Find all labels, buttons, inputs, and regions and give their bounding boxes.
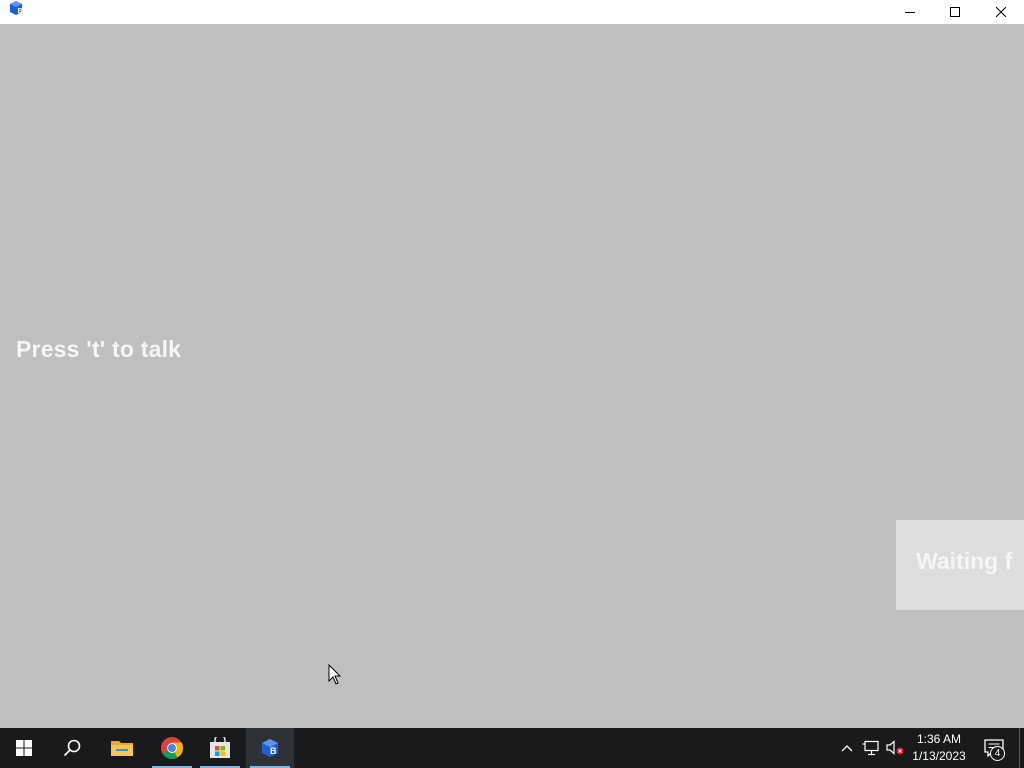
start-button[interactable] [0,728,48,768]
file-explorer-icon [111,741,133,756]
waiting-text: Waiting f [916,548,1013,574]
close-icon [996,7,1006,17]
show-desktop-button[interactable] [1019,728,1020,768]
taskbar-clock[interactable]: 1:36 AM 1/13/2023 [905,731,973,765]
microsoft-store-icon [210,737,230,758]
chevron-up-icon [841,745,853,752]
minimize-button[interactable] [887,0,933,24]
game-viewport[interactable]: Press 't' to talk Waiting f [0,24,1024,728]
volume-tray-button[interactable] [883,728,907,768]
microsoft-store-button[interactable] [196,728,244,768]
show-hidden-icons-button[interactable] [836,728,858,768]
chrome-icon [161,737,183,759]
file-explorer-button[interactable] [98,728,146,768]
cube-app-taskbar-button[interactable]: B [246,728,294,768]
blue-cube-app-icon: B [262,739,278,757]
clock-date: 1/13/2023 [912,749,966,763]
network-icon [862,740,879,756]
minimize-icon [905,12,915,13]
notification-count-badge: 4 [990,746,1005,761]
taskbar: B 1:36 AM 1/13/2023 4 [0,728,1024,768]
close-button[interactable] [978,0,1024,24]
window-title-bar[interactable]: B [0,0,1024,24]
search-icon [63,739,81,757]
mouse-cursor-icon [328,664,342,685]
network-tray-button[interactable] [859,728,883,768]
svg-text:B: B [18,8,23,15]
search-button[interactable] [48,728,96,768]
waiting-panel: Waiting f [896,520,1024,610]
maximize-icon [950,7,960,17]
svg-text:B: B [270,746,277,756]
clock-time: 1:36 AM [916,732,962,746]
maximize-button[interactable] [932,0,978,24]
app-cube-icon: B [9,1,23,15]
talk-hint-text: Press 't' to talk [16,336,182,362]
volume-muted-icon [886,740,904,755]
chrome-button[interactable] [148,728,196,768]
windows-start-icon [16,740,32,756]
